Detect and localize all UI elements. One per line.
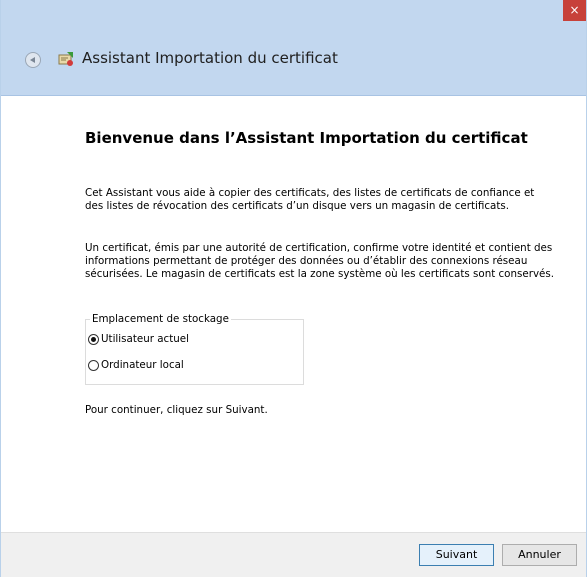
radio-current-user-indicator[interactable] <box>88 333 99 345</box>
intro-paragraph: Cet Assistant vous aide à copier des cer… <box>85 187 535 212</box>
radio-local-machine-label[interactable]: Ordinateur local <box>101 359 184 371</box>
storage-location-group: Emplacement de stockage Utilisateur actu… <box>85 313 304 385</box>
close-button[interactable]: × <box>563 0 586 21</box>
storage-location-legend: Emplacement de stockage <box>90 313 231 325</box>
radio-local-machine[interactable]: Ordinateur local <box>88 359 184 371</box>
wizard-window: × Assistant Importation du certificat Bi… <box>0 0 587 577</box>
continue-instruction: Pour continuer, cliquez sur Suivant. <box>85 404 268 416</box>
radio-current-user[interactable]: Utilisateur actuel <box>88 333 189 345</box>
back-arrow-icon[interactable] <box>25 52 41 68</box>
certificate-wizard-icon <box>58 52 73 66</box>
certificate-description-paragraph: Un certificat, émis par une autorité de … <box>85 242 555 280</box>
cancel-button[interactable]: Annuler <box>502 544 577 566</box>
page-heading: Bienvenue dans l’Assistant Importation d… <box>85 129 528 147</box>
next-button[interactable]: Suivant <box>419 544 494 566</box>
radio-local-machine-indicator[interactable] <box>88 359 99 371</box>
window-title: Assistant Importation du certificat <box>82 49 338 67</box>
title-bar: × Assistant Importation du certificat <box>1 0 586 96</box>
button-bar: Suivant Annuler <box>1 532 586 577</box>
radio-current-user-label[interactable]: Utilisateur actuel <box>101 333 189 345</box>
